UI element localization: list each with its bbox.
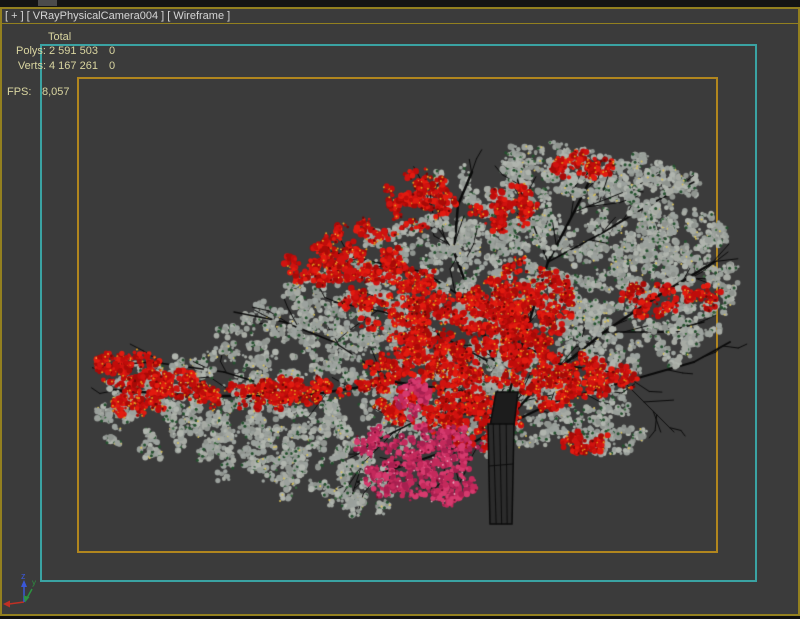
viewport-shading-menu[interactable]: [ Wireframe ] [164, 10, 230, 22]
axis-x-arrow [3, 601, 24, 608]
world-axis-gizmo: z y [2, 571, 48, 619]
viewport-label-bar: [ + ][ VRayPhysicalCamera004 ][ Wirefram… [2, 9, 798, 24]
verts-extra: 0 [109, 60, 115, 72]
polys-extra: 0 [109, 45, 115, 57]
viewport-camera-menu[interactable]: [ VRayPhysicalCamera004 ] [24, 10, 165, 22]
top-edge-strip [0, 0, 800, 7]
fps-value: 8,057 [42, 86, 70, 98]
viewport-scene-tree-model[interactable] [2, 9, 798, 614]
application-window: [ + ][ VRayPhysicalCamera004 ][ Wirefram… [0, 0, 800, 616]
axis-y-arrow: y [24, 578, 37, 603]
layout-tab [38, 0, 57, 6]
verts-value: 4 167 2610 [49, 60, 115, 72]
fps-label: FPS: [7, 86, 31, 98]
stats-header: Total [48, 31, 71, 43]
svg-text:z: z [21, 571, 26, 581]
polys-value: 2 591 5030 [49, 45, 115, 57]
svg-text:y: y [32, 578, 36, 587]
viewport-expand-menu[interactable]: [ + ] [2, 10, 24, 22]
verts-label: Verts: [2, 60, 46, 72]
viewport[interactable]: [ + ][ VRayPhysicalCamera004 ][ Wirefram… [0, 7, 800, 616]
polys-label: Polys: [2, 45, 46, 57]
